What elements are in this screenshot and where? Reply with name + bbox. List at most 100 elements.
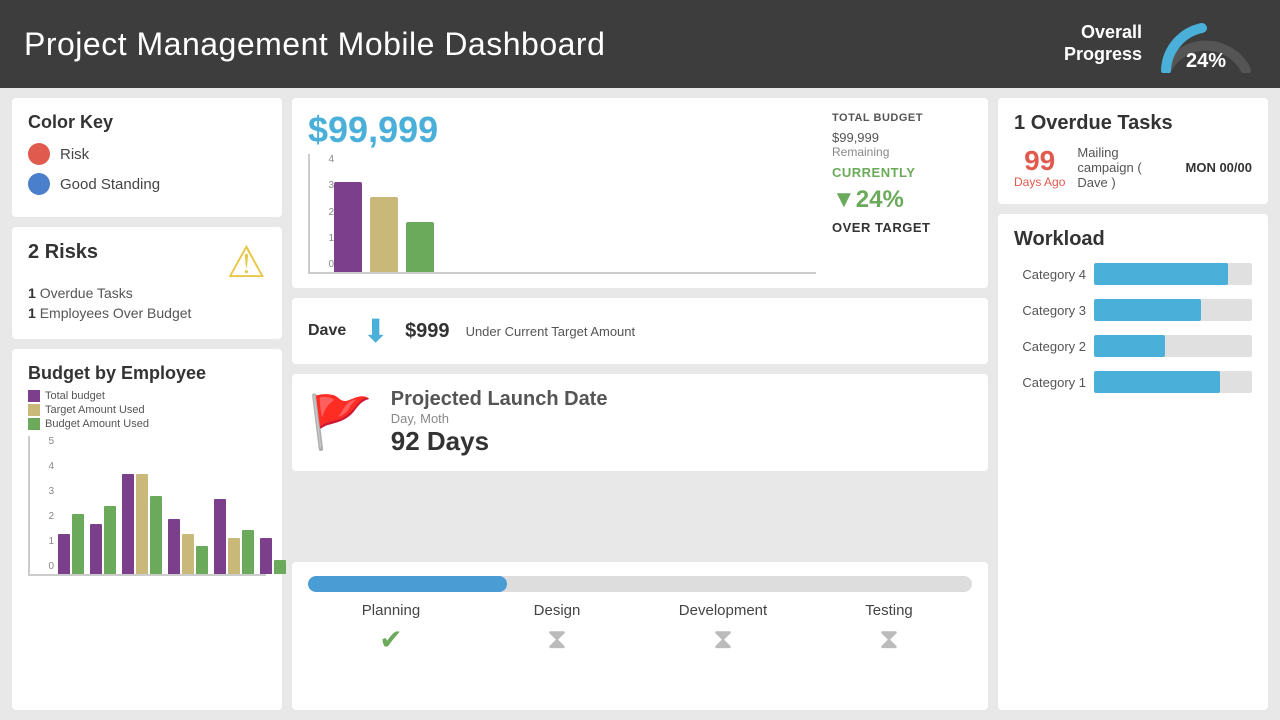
launch-card: 🚩 Projected Launch Date Day, Moth 92 Day… [292, 374, 988, 471]
budget-card: $99,999 0 1 2 3 4 TOTAL BUDGET [292, 98, 988, 288]
workload-cat2-label: Category 2 [1014, 339, 1086, 354]
risk-dot [28, 143, 50, 165]
progress-label: OverallProgress [1064, 22, 1142, 65]
risk-row-1: 1 Overdue Tasks [28, 285, 266, 301]
stages-card: Planning ✔ Design ⧗ Development ⧗ Testin… [292, 562, 988, 710]
budget-employee-title: Budget by Employee [28, 363, 266, 384]
stage-planning-label: Planning [308, 602, 474, 619]
dave-arrow-icon: ⬇ [362, 312, 389, 350]
chart-legend: Total budget Target Amount Used Budget A… [28, 390, 266, 430]
gauge-pct: 24% [1186, 50, 1226, 73]
key-item-risk: Risk [28, 143, 266, 165]
bar-purple [168, 519, 180, 574]
workload-title: Workload [1014, 228, 1252, 251]
progress-bar-track [308, 576, 972, 592]
legend-box-tan [28, 404, 40, 416]
stage-design-label: Design [474, 602, 640, 619]
bar-green [104, 506, 116, 574]
bar-group-2 [90, 506, 116, 574]
bar-tan [182, 534, 194, 574]
workload-row-4: Category 4 [1014, 263, 1252, 285]
mid-column: $99,999 0 1 2 3 4 TOTAL BUDGET [292, 98, 988, 552]
bar-purple [58, 534, 70, 574]
workload-bar-bg-1 [1094, 371, 1252, 393]
days-num: 99 [1014, 147, 1065, 175]
budget-info: TOTAL BUDGET $99,999 Remaining CURRENTLY… [832, 112, 972, 274]
budget-bar-1 [334, 182, 362, 272]
stage-testing-label: Testing [806, 602, 972, 619]
good-dot [28, 173, 50, 195]
launch-title: Projected Launch Date [391, 388, 608, 411]
budget-remaining-label: Remaining [832, 145, 972, 159]
bar-green [72, 514, 84, 574]
dave-amount: $999 [405, 320, 450, 343]
legend-budget: Budget Amount Used [28, 418, 266, 430]
header: Project Management Mobile Dashboard Over… [0, 0, 1280, 88]
workload-card: Workload Category 4 Category 3 Category … [998, 214, 1268, 710]
task-date: MON 00/00 [1186, 160, 1252, 175]
bar-green [150, 496, 162, 574]
workload-bar-fill-2 [1094, 335, 1165, 357]
good-label: Good Standing [60, 176, 160, 193]
workload-cat4-label: Category 4 [1014, 267, 1086, 282]
currently-pct: ▼24% [832, 186, 972, 214]
dave-under-label: Under Current Target Amount [466, 324, 636, 339]
budget-bar-chart: 0 1 2 3 4 [308, 154, 816, 274]
main-content: Color Key Risk Good Standing 2 Risks ⚠ 1… [0, 88, 1280, 720]
bar-group-1 [58, 514, 84, 574]
days-text: Days Ago [1014, 175, 1065, 189]
right-column: 1 Overdue Tasks 99 Days Ago Mailing camp… [998, 98, 1268, 710]
stage-development-label: Development [640, 602, 806, 619]
workload-bar-fill-1 [1094, 371, 1220, 393]
key-item-good: Good Standing [28, 173, 266, 195]
risk-row-2: 1 Employees Over Budget [28, 305, 266, 321]
workload-bars: Category 4 Category 3 Category 2 [1014, 263, 1252, 393]
workload-row-3: Category 3 [1014, 299, 1252, 321]
overall-progress: OverallProgress 24% [1064, 15, 1256, 73]
over-target: OVER TARGET [832, 220, 972, 235]
budget-total-label: TOTAL BUDGET [832, 112, 972, 124]
task-name: Mailing campaign ( Dave ) [1077, 145, 1173, 190]
y-axis: 0 1 2 3 4 5 [30, 436, 54, 574]
legend-total: Total budget [28, 390, 266, 402]
workload-row-2: Category 2 [1014, 335, 1252, 357]
budget-y-axis: 0 1 2 3 4 [310, 154, 334, 272]
bar-group-3 [122, 474, 162, 574]
bar-group-5 [214, 499, 254, 574]
stages-list: Planning ✔ Design ⧗ Development ⧗ Testin… [308, 602, 972, 656]
workload-cat3-label: Category 3 [1014, 303, 1086, 318]
bar-group-4 [168, 519, 208, 574]
stage-testing-icon: ⧗ [806, 623, 972, 656]
launch-days: 92 Days [391, 426, 608, 457]
budget-chart: 0 1 2 3 4 5 [28, 436, 266, 576]
bar-purple [122, 474, 134, 574]
launch-text: Projected Launch Date Day, Moth 92 Days [391, 388, 608, 457]
color-key-card: Color Key Risk Good Standing [12, 98, 282, 217]
launch-date-sub: Day, Moth [391, 411, 608, 426]
risks-card: 2 Risks ⚠ 1 Overdue Tasks 1 Employees Ov… [12, 227, 282, 339]
workload-bar-bg-3 [1094, 299, 1252, 321]
budget-total-val: $99,999 Remaining [832, 130, 972, 159]
budget-chart-area: $99,999 0 1 2 3 4 [308, 112, 816, 274]
budget-bar-3 [406, 222, 434, 272]
bar-group-6 [260, 538, 286, 574]
bar-purple [90, 524, 102, 574]
bar-green [242, 530, 254, 574]
warning-icon: ⚠ [227, 241, 266, 285]
stage-planning: Planning ✔ [308, 602, 474, 656]
bar-tan [136, 474, 148, 574]
legend-box-purple [28, 390, 40, 402]
page-title: Project Management Mobile Dashboard [24, 26, 605, 63]
bar-purple [214, 499, 226, 574]
overdue-card: 1 Overdue Tasks 99 Days Ago Mailing camp… [998, 98, 1268, 204]
dave-name: Dave [308, 322, 346, 340]
left-column: Color Key Risk Good Standing 2 Risks ⚠ 1… [12, 98, 282, 710]
gauge-chart: 24% [1156, 15, 1256, 73]
workload-bar-fill-4 [1094, 263, 1228, 285]
progress-bar-fill [308, 576, 507, 592]
legend-box-green [28, 418, 40, 430]
budget-bar-2 [370, 197, 398, 272]
legend-target: Target Amount Used [28, 404, 266, 416]
overdue-row: 99 Days Ago Mailing campaign ( Dave ) MO… [1014, 145, 1252, 190]
workload-row-1: Category 1 [1014, 371, 1252, 393]
